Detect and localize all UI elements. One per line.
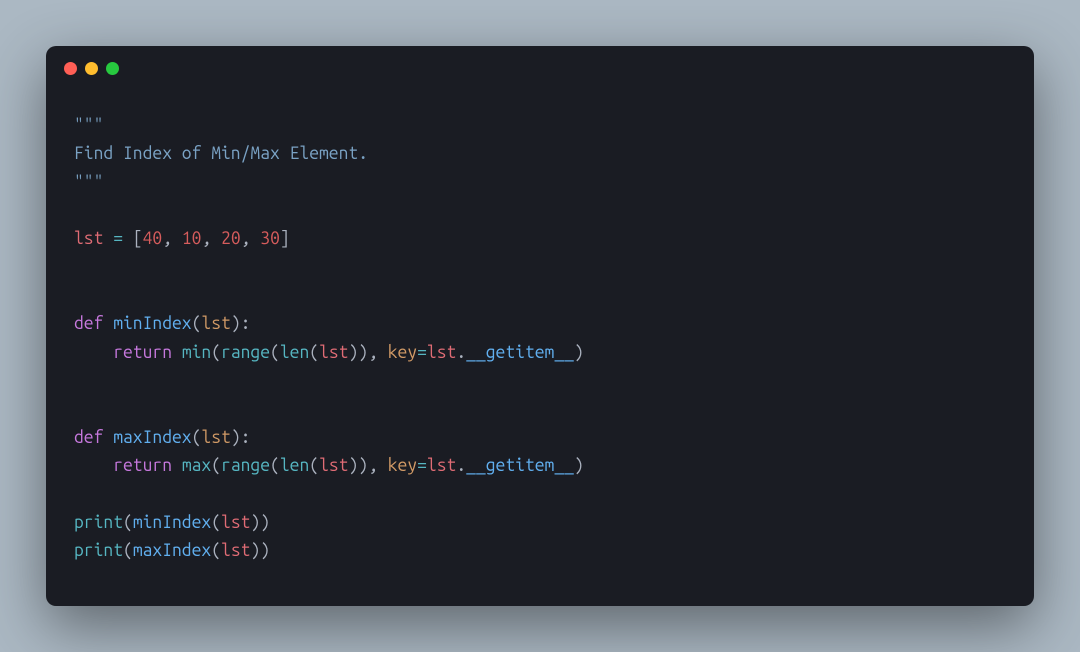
paren-open: ( xyxy=(123,541,133,560)
var-lst: lst xyxy=(221,541,250,560)
var-lst: lst xyxy=(427,456,456,475)
dot: . xyxy=(456,456,466,475)
var-lst: lst xyxy=(427,343,456,362)
paren-close: ) xyxy=(574,343,584,362)
bracket-close: ] xyxy=(280,229,290,248)
indent xyxy=(74,343,113,362)
indent xyxy=(74,456,113,475)
num-30: 30 xyxy=(260,229,280,248)
dunder-getitem: __getitem__ xyxy=(466,343,574,362)
dot: . xyxy=(456,343,466,362)
paren-close: ) xyxy=(348,343,358,362)
paren-close: ) xyxy=(260,541,270,560)
equals-op: = xyxy=(103,229,132,248)
close-icon[interactable] xyxy=(64,62,77,75)
paren-close: ) xyxy=(250,513,260,532)
num-20: 20 xyxy=(221,229,241,248)
maximize-icon[interactable] xyxy=(106,62,119,75)
docstring-close: """ xyxy=(74,173,103,192)
paren-open: ( xyxy=(309,343,319,362)
paren-open: ( xyxy=(270,343,280,362)
comma: , xyxy=(162,229,182,248)
builtin-print: print xyxy=(74,513,123,532)
window-titlebar xyxy=(46,46,1034,90)
paren-open: ( xyxy=(211,541,221,560)
var-lst: lst xyxy=(319,456,348,475)
var-lst: lst xyxy=(319,343,348,362)
paren-close: ) xyxy=(348,456,358,475)
num-10: 10 xyxy=(182,229,202,248)
paren-open: ( xyxy=(192,428,202,447)
call-maxindex: maxIndex xyxy=(133,541,211,560)
docstring-open: """ xyxy=(74,116,103,135)
call-minindex: minIndex xyxy=(133,513,211,532)
paren-open: ( xyxy=(123,513,133,532)
builtin-len: len xyxy=(280,456,309,475)
paren-close: ) xyxy=(358,456,368,475)
paren-open: ( xyxy=(192,314,202,333)
docstring-text: Find Index of Min/Max Element. xyxy=(74,144,368,163)
return-keyword: return xyxy=(113,456,182,475)
param-lst: lst xyxy=(201,314,230,333)
comma: , xyxy=(241,229,261,248)
dunder-getitem: __getitem__ xyxy=(466,456,574,475)
paren-open: ( xyxy=(309,456,319,475)
kwarg-key: key xyxy=(388,456,417,475)
var-lst: lst xyxy=(74,229,103,248)
param-lst: lst xyxy=(201,428,230,447)
return-keyword: return xyxy=(113,343,182,362)
paren-close: ) xyxy=(358,343,368,362)
paren-open: ( xyxy=(270,456,280,475)
fn-maxindex: maxIndex xyxy=(113,428,191,447)
equals-op: = xyxy=(417,456,427,475)
bracket-open: [ xyxy=(133,229,143,248)
var-lst: lst xyxy=(221,513,250,532)
paren-close: ) xyxy=(250,541,260,560)
equals-op: = xyxy=(417,343,427,362)
code-editor[interactable]: """ Find Index of Min/Max Element. """ l… xyxy=(46,90,1034,606)
builtin-max: max xyxy=(182,456,211,475)
paren-open: ( xyxy=(211,513,221,532)
paren-close: ) xyxy=(260,513,270,532)
paren-open: ( xyxy=(211,456,221,475)
paren-close-colon: ): xyxy=(231,314,251,333)
def-keyword: def xyxy=(74,314,113,333)
paren-open: ( xyxy=(211,343,221,362)
builtin-len: len xyxy=(280,343,309,362)
num-40: 40 xyxy=(143,229,163,248)
def-keyword: def xyxy=(74,428,113,447)
builtin-print: print xyxy=(74,541,123,560)
builtin-min: min xyxy=(182,343,211,362)
builtin-range: range xyxy=(221,456,270,475)
minimize-icon[interactable] xyxy=(85,62,98,75)
comma: , xyxy=(368,343,388,362)
kwarg-key: key xyxy=(388,343,417,362)
paren-close: ) xyxy=(574,456,584,475)
comma: , xyxy=(201,229,221,248)
fn-minindex: minIndex xyxy=(113,314,191,333)
paren-close-colon: ): xyxy=(231,428,251,447)
builtin-range: range xyxy=(221,343,270,362)
code-window: """ Find Index of Min/Max Element. """ l… xyxy=(46,46,1034,606)
comma: , xyxy=(368,456,388,475)
